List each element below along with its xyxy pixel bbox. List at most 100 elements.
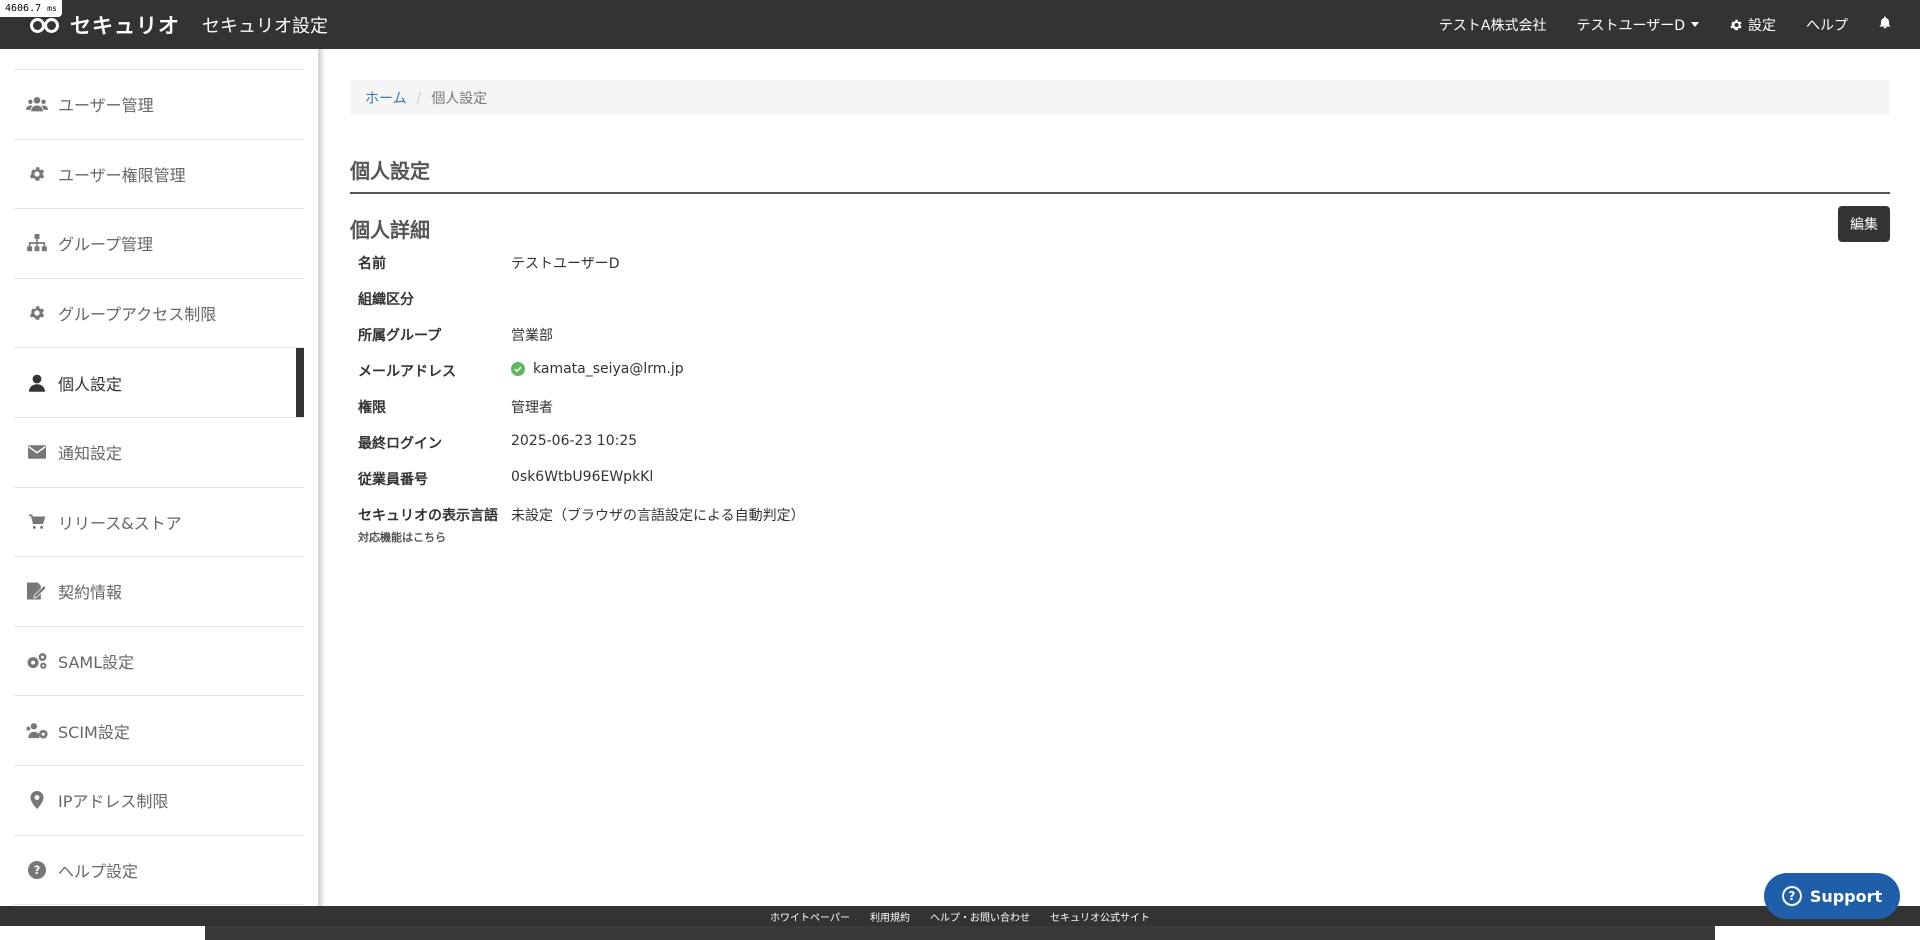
footer-bar: [205, 926, 1715, 940]
section-title: 個人詳細: [350, 218, 430, 242]
detail-value-text: 未設定（ブラウザの言語設定による自動判定）: [511, 508, 805, 524]
contract-icon: [26, 580, 48, 602]
caret-down-icon: [1691, 22, 1699, 27]
sidebar: ユーザー管理ユーザー権限管理 グループ管理グループアクセス制限個人設定通知設定リリ…: [0, 49, 322, 906]
detail-table: 名前 テストユーザーD 組織区分所属グループ 営業部メールアドレス kamata_sei…: [350, 253, 1890, 549]
detail-value: 0sk6WtbU96EWpkKl: [511, 469, 653, 485]
sidebar-item-label: リリース&ストア: [58, 513, 182, 533]
sidebar-item[interactable]: ユーザー管理: [14, 70, 304, 140]
breadcrumb-separator: /: [416, 89, 422, 106]
footer-link-official[interactable]: セキュリオ公式サイト: [1050, 909, 1150, 924]
sidebar-item[interactable]: 通知設定: [14, 418, 304, 488]
settings-link[interactable]: 設定: [1729, 15, 1776, 35]
user-menu-label: テストユーザーD: [1576, 17, 1686, 34]
gears-icon: [26, 650, 48, 672]
help-link[interactable]: ヘルプ: [1806, 15, 1848, 35]
company-name[interactable]: テストA株式会社: [1439, 15, 1547, 35]
question-circle-icon: ?: [26, 859, 48, 881]
footer-link-whitepaper[interactable]: ホワイトペーパー: [770, 909, 850, 924]
gear-icon: [26, 302, 48, 324]
logo-text: セキュリオ: [70, 13, 180, 38]
detail-value-text: 0sk6WtbU96EWpkKl: [511, 469, 654, 485]
detail-label-text: 組織区分: [358, 292, 414, 308]
detail-label: 最終ログイン: [350, 433, 511, 453]
sidebar-item-label: IPアドレス制限: [58, 792, 169, 812]
detail-label-text: 名前: [358, 256, 386, 272]
detail-value-text: テストユーザーD: [511, 256, 620, 272]
sidebar-item[interactable]: SAML設定: [14, 627, 304, 697]
detail-value-text: 管理者: [511, 400, 553, 416]
sidebar-item-label: 個人設定: [58, 374, 123, 394]
support-label: Support: [1809, 886, 1883, 906]
help-label: ヘルプ: [1806, 17, 1848, 34]
detail-value: kamata_seiya@lrm.jp: [511, 361, 684, 377]
main-content: ホーム / 個人設定 個人設定 個人詳細 編集 名前 テストユーザーD 組織区分所属…: [350, 80, 1890, 549]
detail-row: メールアドレス kamata_seiya@lrm.jp: [350, 361, 1890, 397]
sidebar-item-label: SAML設定: [58, 653, 135, 673]
sidebar-item-label: 契約情報: [58, 583, 123, 603]
detail-label-text: メールアドレス: [358, 364, 456, 380]
supported-features-link[interactable]: 対応機能はこちら: [358, 529, 511, 545]
detail-value-text: 営業部: [511, 328, 553, 344]
detail-value: 管理者: [511, 397, 553, 417]
sidebar-item[interactable]: グループアクセス制限: [14, 279, 304, 349]
footer-link-terms[interactable]: 利用規約: [870, 909, 910, 924]
breadcrumb: ホーム / 個人設定: [350, 80, 1890, 115]
detail-label-text: 権限: [358, 400, 386, 416]
company-name-label: テストA株式会社: [1438, 17, 1547, 34]
envelope-icon: [26, 441, 48, 463]
sidebar-item-label: ユーザー権限管理: [58, 165, 186, 185]
detail-row: 組織区分: [350, 289, 1890, 325]
support-button[interactable]: ? Support: [1764, 873, 1900, 919]
detail-value: 営業部: [511, 325, 553, 345]
user-menu[interactable]: テストユーザーD: [1576, 15, 1699, 35]
edit-button[interactable]: 編集: [1838, 205, 1890, 242]
detail-value: テストユーザーD: [511, 253, 620, 273]
bell-icon[interactable]: [1878, 15, 1892, 34]
sidebar-item-label: グループ管理: [58, 235, 154, 255]
sidebar-item[interactable]: ? ヘルプ設定: [14, 836, 304, 906]
sidebar-item[interactable]: IPアドレス制限: [14, 766, 304, 836]
detail-value-text: 2025-06-23 10:25: [511, 433, 638, 449]
sidebar-item[interactable]: 個人設定: [14, 348, 304, 418]
detail-label: 組織区分: [350, 289, 511, 309]
detail-value: 未設定（ブラウザの言語設定による自動判定）: [511, 505, 805, 525]
map-pin-icon: [26, 789, 48, 811]
user-icon: [26, 372, 48, 394]
question-icon: ?: [1781, 886, 1802, 906]
footer-link-help[interactable]: ヘルプ・お問い合わせ: [930, 909, 1030, 924]
detail-row: セキュリオの表示言語 対応機能はこちら 未設定（ブラウザの言語設定による自動判定）: [350, 505, 1890, 549]
sidebar-item[interactable]: グループ管理: [14, 209, 304, 279]
detail-row: 名前 テストユーザーD: [350, 253, 1890, 289]
check-circle-icon: [511, 362, 533, 376]
detail-label: 所属グループ: [350, 325, 511, 345]
users-icon: [26, 93, 48, 115]
sidebar-item-label: ヘルプ設定: [58, 861, 139, 881]
sidebar-item-label: ユーザー管理: [58, 96, 154, 116]
sidebar-item[interactable]: リリース&ストア: [14, 488, 304, 558]
svg-text:?: ?: [34, 864, 41, 877]
sidebar-item[interactable]: 契約情報: [14, 557, 304, 627]
sidebar-divider: [318, 49, 324, 906]
perf-value: 4606.7: [5, 3, 42, 14]
settings-label: 設定: [1748, 17, 1776, 34]
detail-row: 最終ログイン 2025-06-23 10:25: [350, 433, 1890, 469]
app-title: セキュリオ設定: [202, 15, 328, 37]
sidebar-item-label: SCIM設定: [58, 722, 130, 742]
detail-label: メールアドレス: [350, 361, 511, 381]
gear-icon: [1730, 19, 1742, 30]
detail-label: 従業員番号: [350, 469, 511, 489]
breadcrumb-home[interactable]: ホーム: [365, 88, 407, 108]
footer: ホワイトペーパー 利用規約 ヘルプ・お問い合わせ セキュリオ公式サイト: [0, 906, 1920, 926]
cart-icon: [26, 511, 48, 533]
detail-label-text: セキュリオの表示言語: [358, 508, 498, 524]
perf-timer: 4606.7 ms: [0, 0, 62, 17]
breadcrumb-current: 個人設定: [431, 90, 488, 107]
page-title: 個人設定: [350, 155, 1890, 194]
detail-label: 権限: [350, 397, 511, 417]
detail-row: 権限 管理者: [350, 397, 1890, 433]
sidebar-item[interactable]: ユーザー権限管理: [14, 140, 304, 210]
sidebar-item[interactable]: SCIM設定: [14, 696, 304, 766]
sidebar-list: ユーザー管理ユーザー権限管理 グループ管理グループアクセス制限個人設定通知設定リリ…: [14, 69, 304, 906]
users-gear-icon: [26, 720, 48, 742]
